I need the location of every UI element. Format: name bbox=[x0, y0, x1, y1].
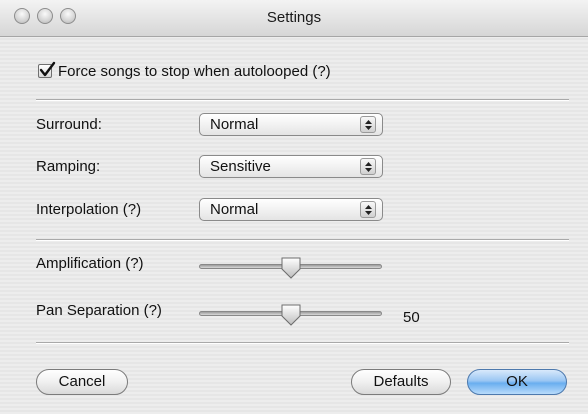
surround-value: Normal bbox=[210, 116, 259, 133]
ramping-label: Ramping: bbox=[36, 158, 101, 175]
ramping-popup[interactable]: Sensitive bbox=[199, 155, 383, 178]
cancel-button[interactable]: Cancel bbox=[36, 369, 128, 395]
separator bbox=[36, 99, 569, 101]
interpolation-value: Normal bbox=[210, 201, 259, 218]
amplification-label: Amplification (?) bbox=[36, 255, 144, 272]
force-stop-label: Force songs to stop when autolooped (?) bbox=[58, 62, 331, 80]
force-stop-checkbox-row[interactable]: Force songs to stop when autolooped (?) bbox=[38, 60, 331, 82]
separator bbox=[36, 239, 569, 241]
force-stop-checkbox[interactable] bbox=[38, 61, 56, 78]
pan-separation-slider-thumb[interactable] bbox=[279, 303, 303, 327]
pan-separation-label: Pan Separation (?) bbox=[36, 302, 162, 319]
title-bar: Settings bbox=[0, 0, 588, 37]
interpolation-label: Interpolation (?) bbox=[36, 201, 142, 218]
interpolation-popup[interactable]: Normal bbox=[199, 198, 383, 221]
ramping-value: Sensitive bbox=[210, 158, 271, 175]
surround-label: Surround: bbox=[36, 116, 102, 133]
window-title: Settings bbox=[266, 9, 322, 26]
amplification-slider-thumb[interactable] bbox=[279, 256, 303, 280]
defaults-button[interactable]: Defaults bbox=[351, 369, 451, 395]
ok-button[interactable]: OK bbox=[467, 369, 567, 395]
settings-window: Settings Force songs to stop when autolo… bbox=[0, 0, 588, 414]
popup-arrows-icon bbox=[360, 201, 376, 218]
separator bbox=[36, 342, 569, 344]
pan-separation-value: 50 bbox=[403, 309, 420, 326]
surround-popup[interactable]: Normal bbox=[199, 113, 383, 136]
popup-arrows-icon bbox=[360, 158, 376, 175]
checkmark-icon bbox=[39, 61, 56, 77]
popup-arrows-icon bbox=[360, 116, 376, 133]
